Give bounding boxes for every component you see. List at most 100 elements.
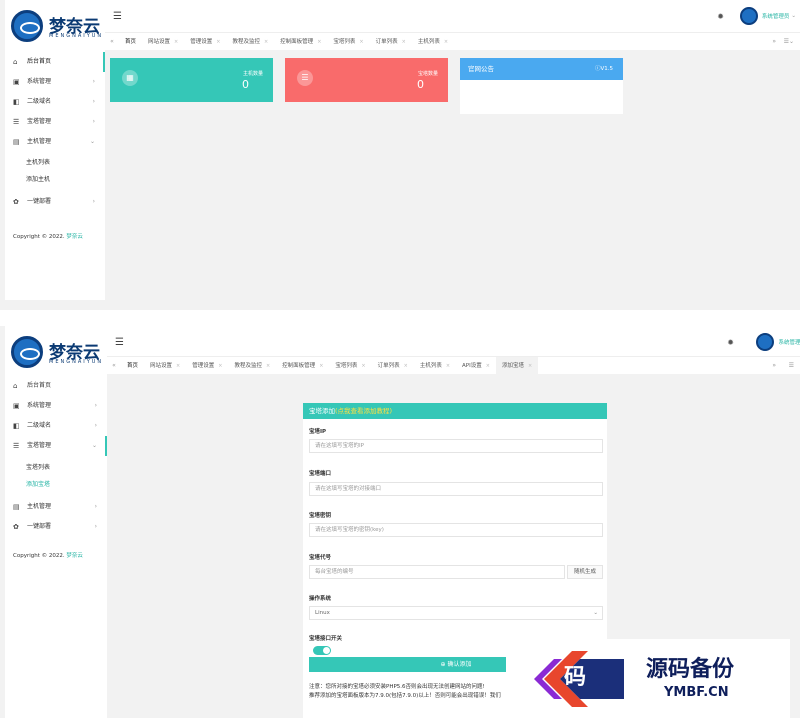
sidebar-item-system[interactable]: ▣ 系统管理 ›	[5, 396, 107, 416]
user-menu[interactable]: 系统管理员 ⌄	[739, 7, 796, 25]
logo[interactable]: 梦奈云 MENGNAIYUN	[5, 326, 107, 376]
bt-ip-label: 宝塔IP	[309, 429, 327, 435]
tab-site-settings[interactable]: 网站设置 ×	[142, 33, 184, 51]
tab-label: 管理设置	[190, 38, 213, 45]
avatar	[739, 7, 758, 25]
tab-panel-manage[interactable]: 控制面板管理 ×	[276, 357, 329, 375]
close-icon[interactable]: ×	[218, 357, 222, 375]
tab-scroll-left-icon[interactable]: «	[105, 38, 119, 45]
close-icon[interactable]: ×	[266, 357, 270, 375]
copyright-link[interactable]: 梦奈云	[66, 553, 83, 559]
sidebar-subitem-host-list[interactable]: 主机列表	[5, 154, 105, 171]
avatar	[756, 333, 775, 351]
tab-tutorial-monitor[interactable]: 教程及监控 ×	[226, 33, 274, 51]
close-icon[interactable]: ×	[176, 357, 180, 375]
tab-order-list[interactable]: 订单列表 ×	[372, 357, 414, 375]
tab-label: 教程及监控	[234, 362, 262, 369]
close-icon[interactable]: ×	[404, 357, 408, 375]
bt-key-input[interactable]: 请在这填写宝塔的密钥(key)	[309, 523, 603, 537]
menu-toggle-icon[interactable]: ☰	[115, 337, 124, 348]
tab-label: 教程及监控	[232, 38, 260, 45]
palette-icon[interactable]: ✹	[717, 12, 724, 21]
close-icon[interactable]: ×	[402, 33, 406, 51]
tab-label: API设置	[462, 362, 482, 369]
topbar: ☰ ✹ 系统管理员	[107, 326, 800, 356]
tab-add-bt[interactable]: 添加宝塔 ×	[495, 356, 539, 375]
close-icon[interactable]: ×	[486, 357, 490, 375]
logo[interactable]: 梦奈云 MENGNAIYUN	[5, 0, 105, 52]
tab-menu-icon[interactable]: ☰⌄	[784, 38, 794, 45]
random-generate-button[interactable]: 随机生成	[567, 565, 603, 579]
tab-host-list[interactable]: 主机列表 ×	[414, 357, 456, 375]
close-icon[interactable]: ×	[216, 33, 220, 51]
sidebar-item-home[interactable]: ⌂ 后台首页	[5, 376, 107, 396]
sidebar-subitem-add-bt[interactable]: 添加宝塔	[5, 476, 107, 493]
close-icon[interactable]: ×	[359, 33, 363, 51]
bt-api-switch[interactable]	[313, 646, 331, 655]
copyright-link[interactable]: 梦奈云	[66, 234, 83, 240]
sidebar-item-home[interactable]: ⌂ 后台首页	[5, 52, 105, 72]
sidebar-subitem-add-host[interactable]: 添加主机	[5, 171, 105, 188]
close-icon[interactable]: ×	[174, 33, 178, 51]
logo-icon	[11, 10, 43, 42]
bt-ip-input[interactable]: 请在这填写宝塔的IP	[309, 439, 603, 453]
tab-label: 网站设置	[148, 38, 171, 45]
os-select[interactable]: Linux ⌄	[309, 606, 603, 620]
tab-api-settings[interactable]: API设置 ×	[456, 357, 496, 375]
sidebar-subitem-bt-list[interactable]: 宝塔列表	[5, 459, 107, 476]
close-icon[interactable]: ×	[317, 33, 321, 51]
close-icon[interactable]: ×	[446, 357, 450, 375]
close-icon[interactable]: ×	[444, 33, 448, 51]
sidebar-item-bt[interactable]: ☰ 宝塔管理 ⌄	[5, 436, 107, 456]
tab-order-list[interactable]: 订单列表 ×	[370, 33, 412, 51]
close-icon[interactable]: ×	[319, 357, 323, 375]
version-text: V1.5	[600, 66, 613, 72]
tab-label: 首页	[127, 362, 139, 369]
tab-bt-list[interactable]: 宝塔列表 ×	[329, 357, 371, 375]
monitor-icon: ▣	[13, 402, 20, 410]
tab-scroll-right-icon[interactable]: »	[772, 38, 776, 45]
tutorial-link[interactable]: (点我查看添加教程)	[335, 407, 392, 415]
logo-subtext: MENGNAIYUN	[49, 359, 104, 365]
tab-scroll-right-icon[interactable]: »	[772, 362, 776, 369]
close-icon[interactable]: ×	[361, 357, 365, 375]
sidebar-item-host[interactable]: ▤ 主机管理 ⌄	[5, 132, 105, 152]
sidebar-item-deploy[interactable]: ✿ 一键部署 ›	[5, 192, 105, 212]
chevron-right-icon: ›	[92, 198, 95, 205]
chevron-right-icon: ›	[92, 118, 95, 125]
tab-site-settings[interactable]: 网站设置 ×	[144, 357, 186, 375]
tab-menu-icon[interactable]: ☰	[789, 362, 794, 369]
tab-bt-list[interactable]: 宝塔列表 ×	[327, 33, 369, 51]
user-name: 系统管理员	[761, 14, 790, 20]
chevron-right-icon: ›	[94, 523, 97, 530]
tab-admin-settings[interactable]: 管理设置 ×	[184, 33, 226, 51]
close-icon[interactable]: ×	[264, 33, 268, 51]
tab-panel-manage[interactable]: 控制面板管理 ×	[274, 33, 327, 51]
sidebar: 梦奈云 MENGNAIYUN ⌂ 后台首页 ▣ 系统管理 › ◧ 二级域名 › …	[5, 326, 107, 718]
tab-tutorial-monitor[interactable]: 教程及监控 ×	[228, 357, 276, 375]
palette-icon[interactable]: ✹	[727, 338, 734, 347]
sidebar-item-host[interactable]: ▤ 主机管理 ›	[5, 497, 107, 517]
tab-home[interactable]: 首页	[121, 357, 144, 375]
sidebar-item-bt[interactable]: ☰ 宝塔管理 ›	[5, 112, 105, 132]
copyright: Copyright © 2022. 梦奈云	[5, 537, 107, 559]
copyright-text: Copyright © 2022.	[13, 234, 65, 240]
sidebar-item-subdomain[interactable]: ◧ 二级域名 ›	[5, 92, 105, 112]
sidebar-item-deploy[interactable]: ✿ 一键部署 ›	[5, 517, 107, 537]
os-label: 操作系统	[309, 596, 332, 602]
sidebar-item-label: 一键部署	[27, 198, 52, 205]
menu-toggle-icon[interactable]: ☰	[113, 11, 122, 22]
close-icon[interactable]: ×	[528, 357, 532, 375]
user-menu[interactable]: 系统管理员	[756, 333, 800, 351]
bt-port-input[interactable]: 请在这填写宝塔的对接端口	[309, 482, 603, 496]
tab-host-list[interactable]: 主机列表 ×	[412, 33, 454, 51]
form-header: 宝塔添加(点我查看添加教程)	[303, 403, 607, 419]
card-label: 主机数量	[242, 71, 263, 77]
tab-home[interactable]: 首页	[119, 33, 142, 51]
home-icon: ⌂	[13, 382, 18, 390]
sidebar-item-subdomain[interactable]: ◧ 二级域名 ›	[5, 416, 107, 436]
bt-code-input[interactable]: 每台宝塔的编号	[309, 565, 565, 579]
sidebar-item-system[interactable]: ▣ 系统管理 ›	[5, 72, 105, 92]
tab-admin-settings[interactable]: 管理设置 ×	[186, 357, 228, 375]
tab-scroll-left-icon[interactable]: «	[107, 362, 121, 369]
